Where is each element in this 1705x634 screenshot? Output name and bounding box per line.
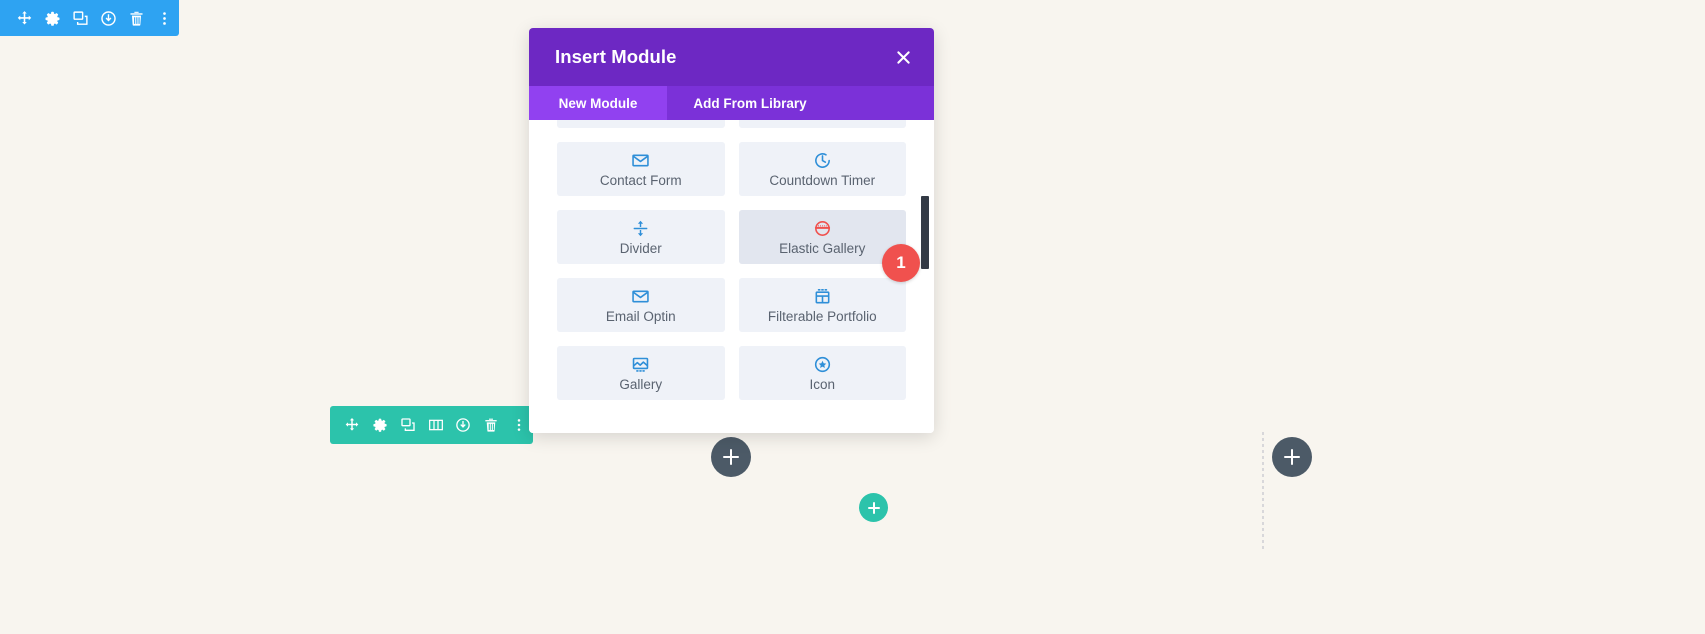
close-icon[interactable] bbox=[886, 40, 920, 74]
module-card[interactable]: Elastic Gallery bbox=[738, 210, 906, 264]
row-toolbar[interactable] bbox=[330, 406, 533, 444]
move-icon[interactable] bbox=[338, 406, 366, 444]
envelope-icon bbox=[631, 287, 650, 306]
duplicate-icon[interactable] bbox=[66, 0, 94, 36]
module-label: Countdown Timer bbox=[769, 172, 876, 188]
clock-icon bbox=[813, 151, 832, 170]
insert-module-modal: Insert Module New Module Add From Librar… bbox=[529, 28, 934, 433]
filterable-portfolio-icon bbox=[813, 287, 832, 306]
module-label: Contact Form bbox=[599, 172, 682, 188]
module-card[interactable]: Filterable Portfolio bbox=[738, 278, 906, 332]
trash-icon[interactable] bbox=[477, 406, 505, 444]
tab-add-from-library[interactable]: Add From Library bbox=[667, 86, 833, 120]
add-row-button[interactable] bbox=[711, 437, 751, 477]
modal-scrollbar-thumb[interactable] bbox=[921, 196, 929, 269]
move-icon[interactable] bbox=[10, 0, 38, 36]
module-label: Divider bbox=[619, 240, 662, 256]
add-column-button[interactable] bbox=[1272, 437, 1312, 477]
add-section-button[interactable] bbox=[859, 493, 888, 522]
kebab-menu-icon[interactable] bbox=[151, 0, 179, 36]
module-card[interactable]: Divider bbox=[557, 210, 725, 264]
star-circle-icon bbox=[813, 355, 832, 374]
module-card[interactable]: Countdown Timer bbox=[738, 142, 906, 196]
plus-icon bbox=[723, 449, 739, 465]
gallery-image-icon bbox=[631, 355, 650, 374]
columns-icon[interactable] bbox=[422, 406, 450, 444]
module-card[interactable]: Contact Form bbox=[557, 142, 725, 196]
gear-icon[interactable] bbox=[366, 406, 394, 444]
tab-new-module[interactable]: New Module bbox=[529, 86, 667, 120]
envelope-icon bbox=[631, 151, 650, 170]
module-list-panel: Code Comments Contact Form Countdown Timer D… bbox=[529, 120, 934, 433]
modal-header: Insert Module bbox=[529, 28, 934, 86]
modal-scrollbar[interactable] bbox=[921, 120, 932, 433]
module-label: Elastic Gallery bbox=[779, 240, 866, 256]
page-title: Insert Module bbox=[555, 46, 677, 67]
status-badge: 1 bbox=[882, 244, 920, 282]
duplicate-icon[interactable] bbox=[394, 406, 422, 444]
module-card[interactable]: Gallery bbox=[557, 346, 725, 400]
module-label: Filterable Portfolio bbox=[767, 308, 877, 324]
builder-canvas: Insert Module New Module Add From Librar… bbox=[0, 0, 1705, 634]
module-label: Gallery bbox=[619, 376, 663, 392]
save-to-library-icon[interactable] bbox=[95, 0, 123, 36]
plus-icon bbox=[867, 501, 880, 514]
module-card[interactable]: Code bbox=[557, 120, 725, 128]
gear-icon[interactable] bbox=[38, 0, 66, 36]
save-to-library-icon[interactable] bbox=[449, 406, 477, 444]
module-card[interactable]: Icon bbox=[738, 346, 906, 400]
modal-tabs: New Module Add From Library bbox=[529, 86, 934, 120]
module-card[interactable]: Email Optin bbox=[557, 278, 725, 332]
module-card[interactable]: Comments bbox=[738, 120, 906, 128]
module-label: Email Optin bbox=[605, 308, 676, 324]
section-toolbar[interactable] bbox=[0, 0, 179, 36]
plus-icon bbox=[1284, 449, 1300, 465]
divider-arrows-icon bbox=[631, 219, 650, 238]
module-grid: Code Comments Contact Form Countdown Timer D… bbox=[529, 120, 934, 400]
elastic-gallery-icon bbox=[813, 219, 832, 238]
trash-icon[interactable] bbox=[123, 0, 151, 36]
column-divider bbox=[1262, 432, 1264, 552]
module-label: Icon bbox=[809, 376, 836, 392]
